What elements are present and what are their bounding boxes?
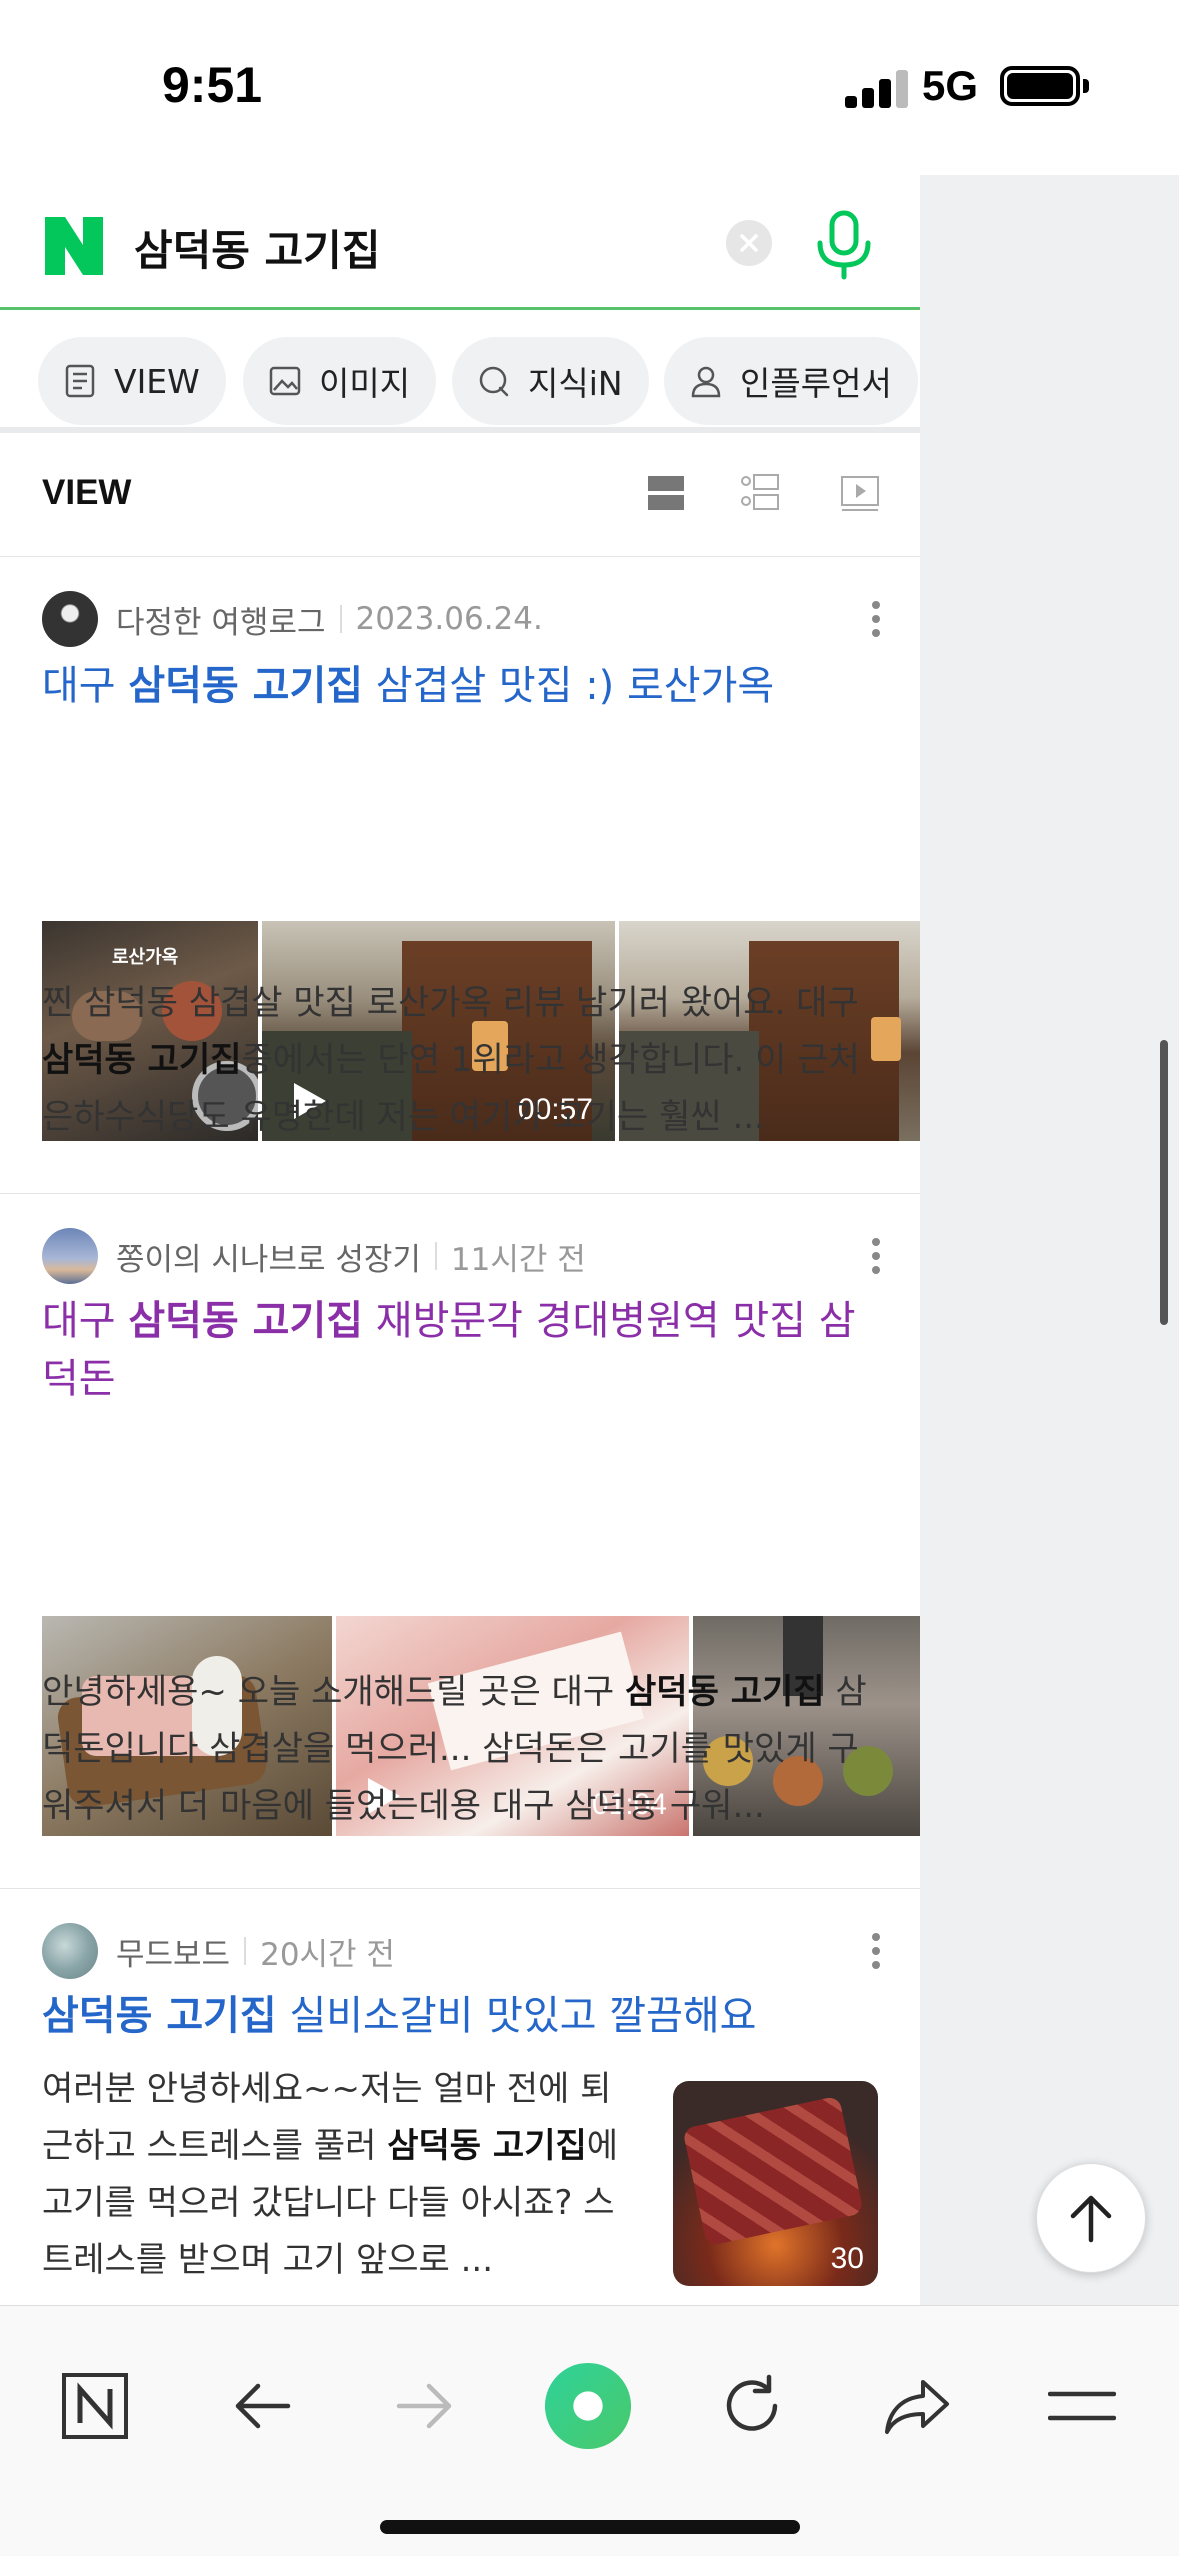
tab-label: 이미지 <box>319 364 411 403</box>
desc-text: 찐 삼덕동 삼겹살 맛집 로산가옥 리뷰 남기러 왔어요. 대구 <box>42 983 859 1023</box>
tab-label: VIEW <box>114 361 200 401</box>
title-keyword: 삼덕동 고기집 <box>128 1298 364 1344</box>
post-date: 2023.06.24. <box>355 601 543 637</box>
desc-text: 안녕하세용~ 오늘 소개해드릴 곳은 대구 <box>42 1672 626 1712</box>
view-post: 무드보드 20시간 전 삼덕동 고기집 실비소갈비 맛있고 깔끔해요 여러분 안… <box>0 1889 920 2305</box>
title-text: 대구 <box>42 663 129 709</box>
post-meta: 쫑이의 시나브로 성장기 11시간 전 <box>42 1228 586 1284</box>
post-title[interactable]: 대구 삼덕동 고기집 삼겹살 맛집 :) 로산가옥 <box>42 657 892 715</box>
title-keyword: 삼덕동 고기집 <box>128 663 364 709</box>
search-results-page: 삼덕동 고기집 VIEW 이미지 지식iN 인플루언서 VIEW 다정한 여행로… <box>0 175 920 2305</box>
title-text: 대구 <box>42 1298 129 1344</box>
image-count: 30 <box>830 2242 864 2275</box>
more-options-icon[interactable] <box>866 597 886 641</box>
image-caption: 로산가옥 <box>112 947 179 968</box>
network-type: 5G <box>922 62 979 109</box>
battery-icon <box>1000 66 1080 106</box>
desc-keyword: 삼덕동 고기집 <box>625 1672 825 1712</box>
naver-n-icon <box>62 2373 128 2439</box>
side-pane <box>920 175 1179 2305</box>
arrow-right-icon <box>396 2383 452 2429</box>
post-title[interactable]: 대구 삼덕동 고기집 재방문각 경대병원역 맛집 삼덕돈 <box>42 1292 892 1408</box>
avatar[interactable] <box>42 1923 98 1979</box>
desc-keyword: 삼덕동 고기집 <box>387 2126 587 2166</box>
view-section-header: VIEW <box>0 433 920 557</box>
status-bar: 9:51 5G <box>0 0 1179 175</box>
tab-kin[interactable]: 지식iN <box>452 337 649 425</box>
arrow-left-icon <box>235 2383 291 2429</box>
document-icon <box>65 364 95 398</box>
tab-influencer[interactable]: 인플루언서 <box>664 337 918 425</box>
refresh-button[interactable] <box>707 2361 797 2451</box>
title-text: 실비소갈비 맛있고 깔끔해요 <box>276 1993 757 2039</box>
cellular-signal-icon <box>845 70 911 108</box>
refresh-icon <box>726 2374 778 2431</box>
microphone-icon[interactable] <box>812 209 876 281</box>
title-text: 삼겹살 맛집 :) 로산가옥 <box>363 663 775 709</box>
status-time: 9:51 <box>162 57 263 113</box>
avatar[interactable] <box>42 1228 98 1284</box>
naver-home-button[interactable] <box>50 2361 140 2451</box>
meta-separator <box>434 1242 437 1270</box>
post-description[interactable]: 여러분 안녕하세요~~저는 얼마 전에 퇴근하고 스트레스를 풀러 삼덕동 고기… <box>42 2061 642 2287</box>
close-icon <box>740 234 758 252</box>
tab-view[interactable]: VIEW <box>38 337 226 425</box>
forward-button[interactable] <box>380 2361 470 2451</box>
back-button[interactable] <box>217 2361 307 2451</box>
post-date: 11시간 전 <box>450 1241 586 1278</box>
arrow-up-icon <box>1070 2195 1112 2243</box>
tab-label: 지식iN <box>528 364 623 403</box>
scrollbar-thumb[interactable] <box>1160 1040 1168 1325</box>
tab-image[interactable]: 이미지 <box>243 337 437 425</box>
search-header: 삼덕동 고기집 <box>0 175 920 310</box>
desc-keyword: 삼덕동 고기집 <box>42 1040 242 1080</box>
naver-logo-icon[interactable] <box>45 217 103 275</box>
post-description[interactable]: 찐 삼덕동 삼겹살 맛집 로산가옥 리뷰 남기러 왔어요. 대구 삼덕동 고기집… <box>42 975 878 1147</box>
tab-label: 인플루언서 <box>740 364 892 403</box>
search-tabs: VIEW 이미지 지식iN 인플루언서 <box>0 313 920 431</box>
meta-separator <box>339 605 342 633</box>
section-title: VIEW <box>42 473 132 512</box>
hamburger-menu-icon <box>1048 2391 1116 2421</box>
author-name[interactable]: 무드보드 <box>116 1929 230 1974</box>
post-meta: 다정한 여행로그 2023.06.24. <box>42 591 543 647</box>
person-icon <box>691 366 721 398</box>
card-layout-icon[interactable] <box>644 471 688 515</box>
author-name[interactable]: 다정한 여행로그 <box>116 597 326 642</box>
post-date: 20시간 전 <box>260 1936 395 1973</box>
post-thumbnail[interactable]: 30 <box>673 2081 878 2286</box>
more-options-icon[interactable] <box>866 1929 886 1973</box>
title-keyword: 삼덕동 고기집 <box>42 1993 277 2039</box>
green-dot-icon <box>544 2362 632 2450</box>
share-button[interactable] <box>872 2361 962 2451</box>
share-icon <box>885 2380 949 2434</box>
meta-separator <box>244 1937 247 1965</box>
post-description[interactable]: 안녕하세용~ 오늘 소개해드릴 곳은 대구 삼덕동 고기집 삼덕돈입니다 삼겹살… <box>42 1664 878 1836</box>
video-layout-icon[interactable] <box>838 471 882 515</box>
green-dot-button[interactable] <box>543 2361 633 2451</box>
qna-icon <box>479 366 509 397</box>
clear-search-button[interactable] <box>726 220 772 266</box>
scroll-to-top-button[interactable] <box>1036 2163 1146 2273</box>
search-query[interactable]: 삼덕동 고기집 <box>134 217 380 278</box>
post-title[interactable]: 삼덕동 고기집 실비소갈비 맛있고 깔끔해요 <box>42 1987 892 2045</box>
list-layout-icon[interactable] <box>738 471 782 515</box>
menu-button[interactable] <box>1037 2361 1127 2451</box>
post-meta: 무드보드 20시간 전 <box>42 1923 395 1979</box>
home-indicator <box>380 2520 800 2534</box>
battery-tip <box>1083 79 1089 93</box>
browser-toolbar <box>0 2305 1179 2556</box>
more-options-icon[interactable] <box>866 1234 886 1278</box>
avatar[interactable] <box>42 591 98 647</box>
author-name[interactable]: 쫑이의 시나브로 성장기 <box>116 1234 421 1279</box>
image-icon <box>269 366 301 396</box>
